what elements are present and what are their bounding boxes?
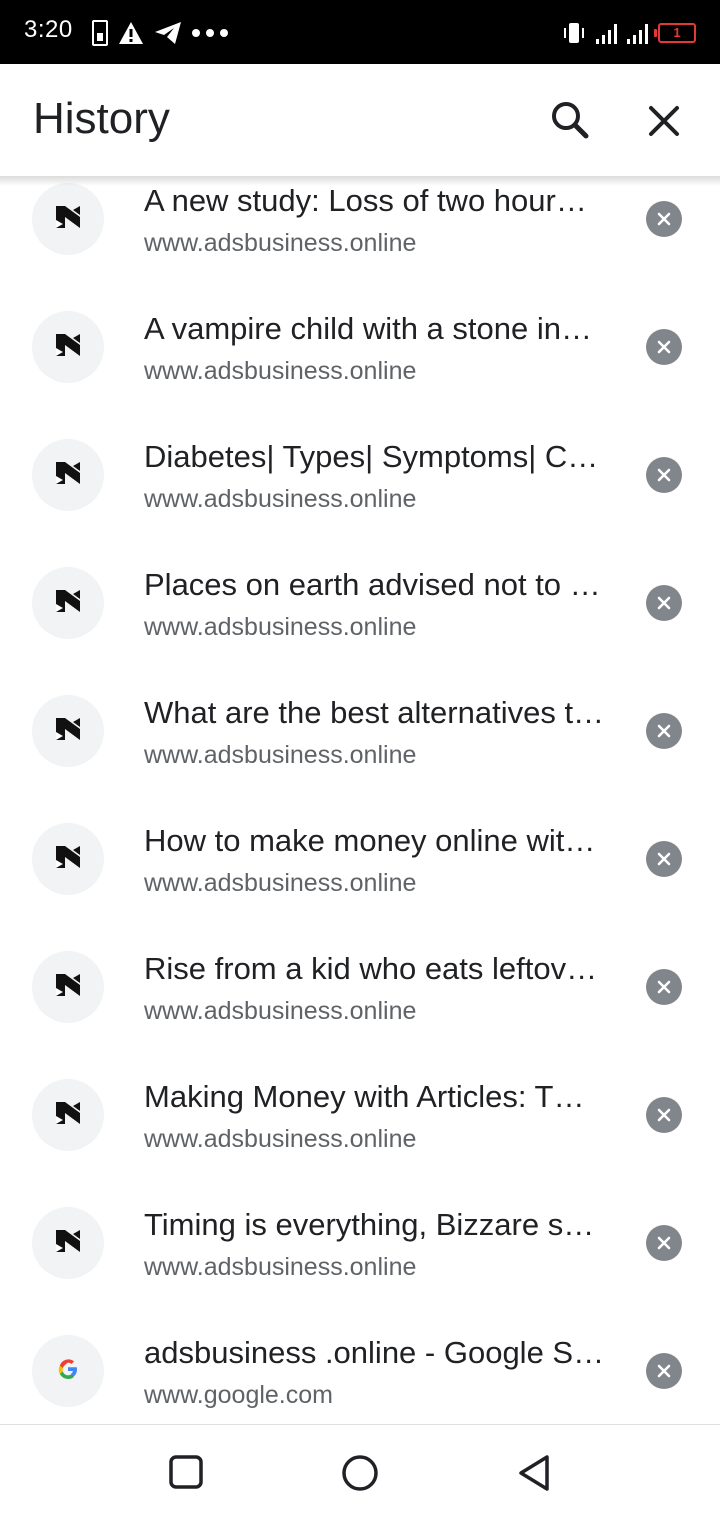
warning-icon: [119, 22, 143, 44]
remove-history-item-button[interactable]: [646, 1097, 682, 1133]
history-item-title: Timing is everything, Bizzare s…: [144, 1207, 595, 1242]
signal-icon: [627, 22, 648, 44]
google-favicon-icon: [55, 1356, 81, 1387]
remove-icon: [657, 1236, 671, 1250]
history-item-url: www.adsbusiness.online: [144, 1253, 417, 1281]
history-item-url: www.adsbusiness.online: [144, 485, 417, 513]
vibrate-icon: [564, 23, 584, 43]
history-item-url: www.adsbusiness.online: [144, 357, 417, 385]
history-item-url: www.adsbusiness.online: [144, 1125, 417, 1153]
recents-button[interactable]: [167, 1453, 207, 1493]
remove-icon: [657, 724, 671, 738]
history-item-title: Diabetes| Types| Symptoms| C…: [144, 439, 599, 474]
site-favicon: [32, 695, 104, 767]
recents-square-icon: [169, 1455, 203, 1489]
remove-history-item-button[interactable]: [646, 585, 682, 621]
history-item[interactable]: Diabetes| Types| Symptoms| C… www.adsbusi…: [0, 411, 720, 539]
remove-history-item-button[interactable]: [646, 969, 682, 1005]
remove-history-item-button[interactable]: [646, 457, 682, 493]
page-title: History: [33, 94, 170, 143]
remove-icon: [657, 1364, 671, 1378]
navigation-bar: [0, 1424, 720, 1521]
adsbusiness-favicon-icon: [53, 1226, 83, 1261]
history-item[interactable]: Rise from a kid who eats leftov… www.adsb…: [0, 923, 720, 1051]
remove-history-item-button[interactable]: [646, 841, 682, 877]
history-item-url: www.adsbusiness.online: [144, 613, 417, 641]
remove-history-item-button[interactable]: [646, 329, 682, 365]
history-item-title: A new study: Loss of two hour…: [144, 183, 587, 218]
back-button[interactable]: [514, 1453, 554, 1493]
history-sheet: History A new study: Loss of two hour… ww…: [0, 64, 720, 1424]
remove-icon: [657, 596, 671, 610]
status-bar: 3:20 1: [0, 0, 720, 64]
site-favicon: [32, 1335, 104, 1407]
history-item-url: www.adsbusiness.online: [144, 229, 417, 257]
history-item-title: Places on earth advised not to …: [144, 567, 601, 602]
history-item[interactable]: What are the best alternatives t… www.ads…: [0, 667, 720, 795]
adsbusiness-favicon-icon: [53, 842, 83, 877]
status-left-icons: [92, 18, 228, 48]
adsbusiness-favicon-icon: [53, 330, 83, 365]
history-item-title: Making Money with Articles: T…: [144, 1079, 585, 1114]
history-item-title: adsbusiness .online - Google S…: [144, 1335, 605, 1370]
adsbusiness-favicon-icon: [53, 1098, 83, 1133]
remove-history-item-button[interactable]: [646, 1225, 682, 1261]
remove-history-item-button[interactable]: [646, 201, 682, 237]
site-favicon: [32, 823, 104, 895]
signal-icon: [596, 22, 617, 44]
history-item-url: www.adsbusiness.online: [144, 997, 417, 1025]
header-divider: [0, 176, 720, 186]
adsbusiness-favicon-icon: [53, 714, 83, 749]
telegram-icon: [155, 22, 181, 44]
history-item-url: www.adsbusiness.online: [144, 741, 417, 769]
battery-charging-icon: [92, 20, 108, 46]
search-button[interactable]: [543, 94, 597, 148]
adsbusiness-favicon-icon: [53, 202, 83, 237]
site-favicon: [32, 1079, 104, 1151]
remove-icon: [657, 980, 671, 994]
site-favicon: [32, 183, 104, 255]
remove-icon: [657, 1108, 671, 1122]
history-item-url: www.google.com: [144, 1381, 333, 1409]
history-item[interactable]: Timing is everything, Bizzare s… www.adsb…: [0, 1179, 720, 1307]
home-circle-icon: [342, 1455, 378, 1491]
close-icon: [649, 106, 679, 136]
history-item-title: What are the best alternatives t…: [144, 695, 605, 730]
search-icon: [552, 102, 589, 139]
home-button[interactable]: [340, 1453, 380, 1493]
history-item[interactable]: Making Money with Articles: T… www.adsbus…: [0, 1051, 720, 1179]
close-button[interactable]: [637, 94, 691, 148]
more-dots-icon: [192, 29, 228, 37]
remove-icon: [657, 468, 671, 482]
history-header: History: [0, 64, 720, 176]
history-item[interactable]: How to make money online wit… www.adsbusi…: [0, 795, 720, 923]
status-time: 3:20: [24, 16, 73, 43]
site-favicon: [32, 951, 104, 1023]
history-list: A new study: Loss of two hour… www.adsbus…: [0, 155, 720, 1424]
battery-low-icon: 1: [654, 23, 696, 43]
remove-icon: [657, 212, 671, 226]
history-item-title: A vampire child with a stone in…: [144, 311, 592, 346]
status-right-icons: 1: [562, 18, 696, 48]
site-favicon: [32, 439, 104, 511]
adsbusiness-favicon-icon: [53, 458, 83, 493]
history-item-title: How to make money online wit…: [144, 823, 596, 858]
site-favicon: [32, 311, 104, 383]
remove-icon: [657, 340, 671, 354]
remove-history-item-button[interactable]: [646, 713, 682, 749]
adsbusiness-favicon-icon: [53, 586, 83, 621]
history-item[interactable]: Places on earth advised not to … www.adsb…: [0, 539, 720, 667]
site-favicon: [32, 1207, 104, 1279]
back-triangle-icon: [519, 1455, 549, 1491]
history-item-title: Rise from a kid who eats leftov…: [144, 951, 598, 986]
history-item[interactable]: adsbusiness .online - Google S… www.googl…: [0, 1307, 720, 1424]
site-favicon: [32, 567, 104, 639]
remove-icon: [657, 852, 671, 866]
history-item-url: www.adsbusiness.online: [144, 869, 417, 897]
adsbusiness-favicon-icon: [53, 970, 83, 1005]
history-item[interactable]: A vampire child with a stone in… www.adsb…: [0, 283, 720, 411]
remove-history-item-button[interactable]: [646, 1353, 682, 1389]
